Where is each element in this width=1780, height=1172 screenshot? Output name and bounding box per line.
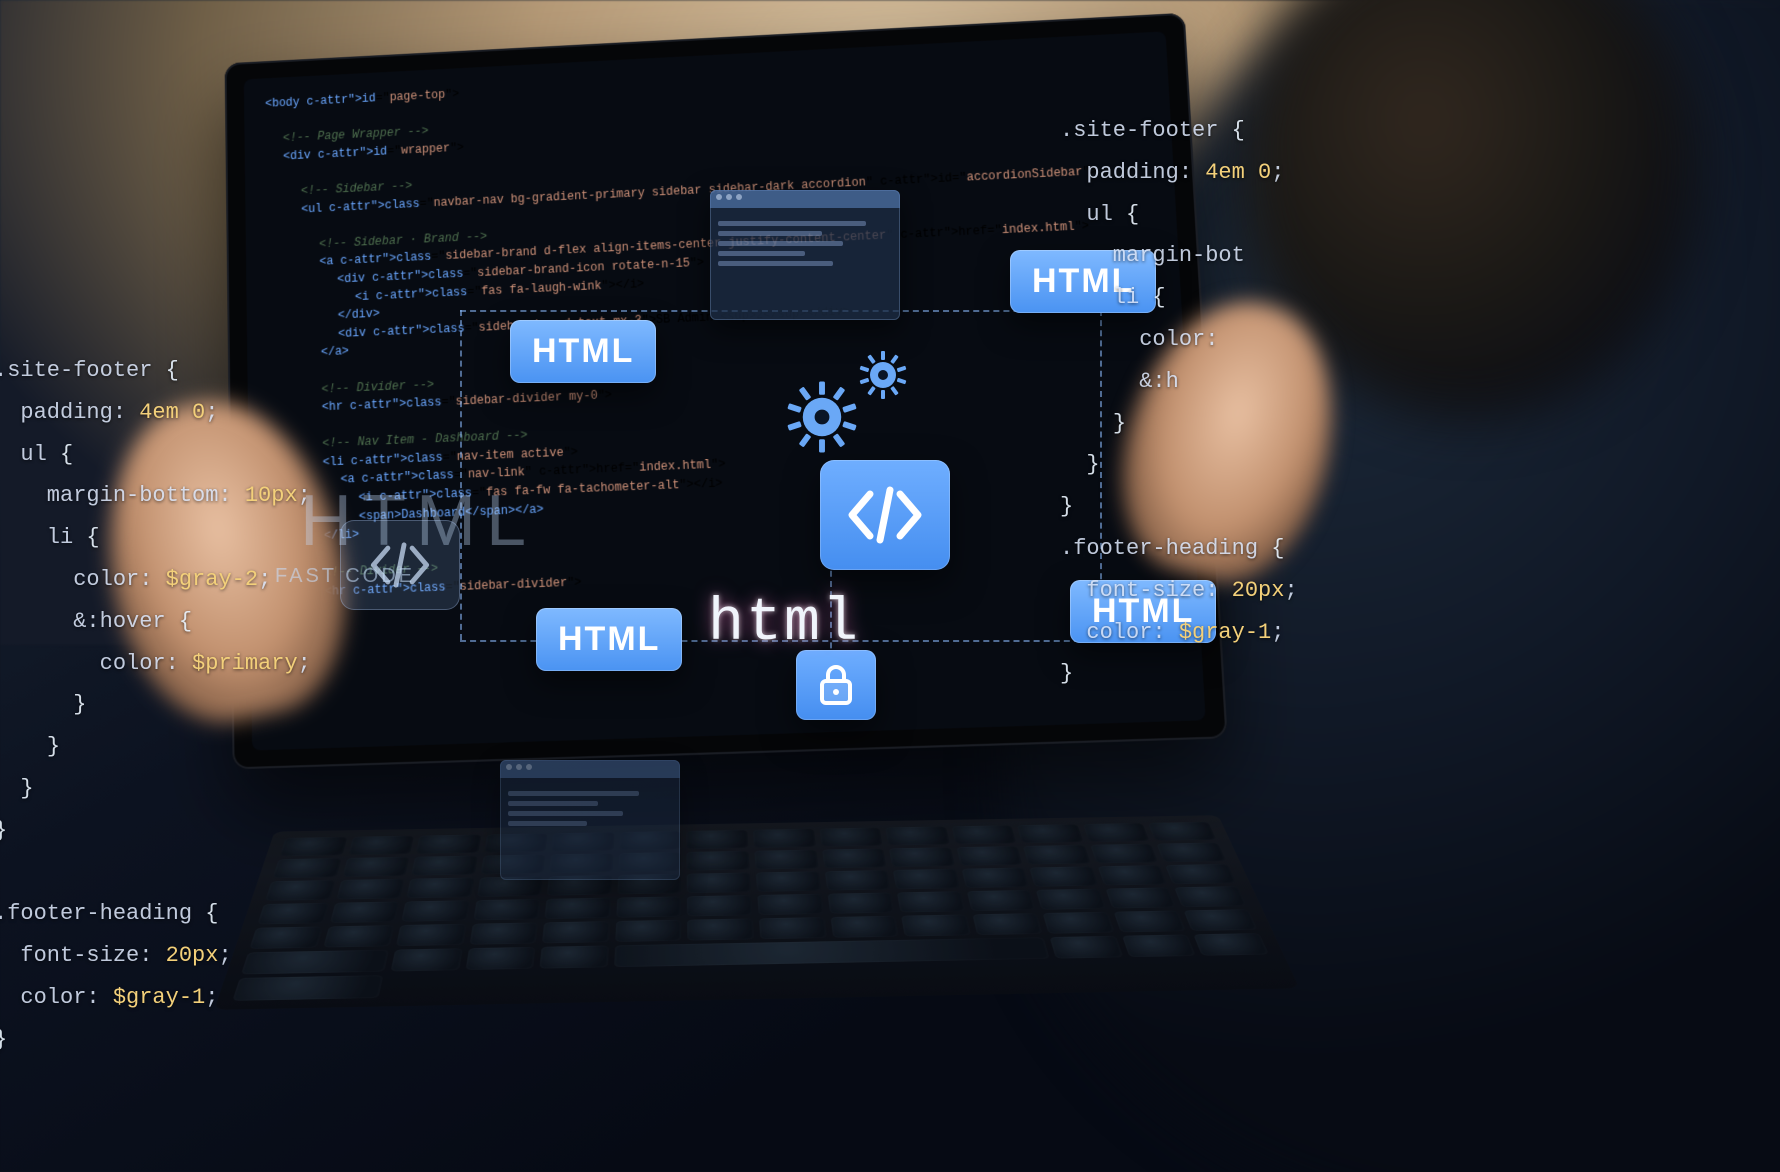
tablet-keyboard [214, 815, 1299, 1010]
css-snippet-right: .site-footer { padding: 4em 0; ul { marg… [1060, 110, 1298, 695]
code-listing: <body c-attr">id="page-top"> <!-- Page W… [265, 50, 1174, 603]
css-snippet-left: .site-footer { padding: 4em 0; ul { marg… [0, 350, 311, 1061]
